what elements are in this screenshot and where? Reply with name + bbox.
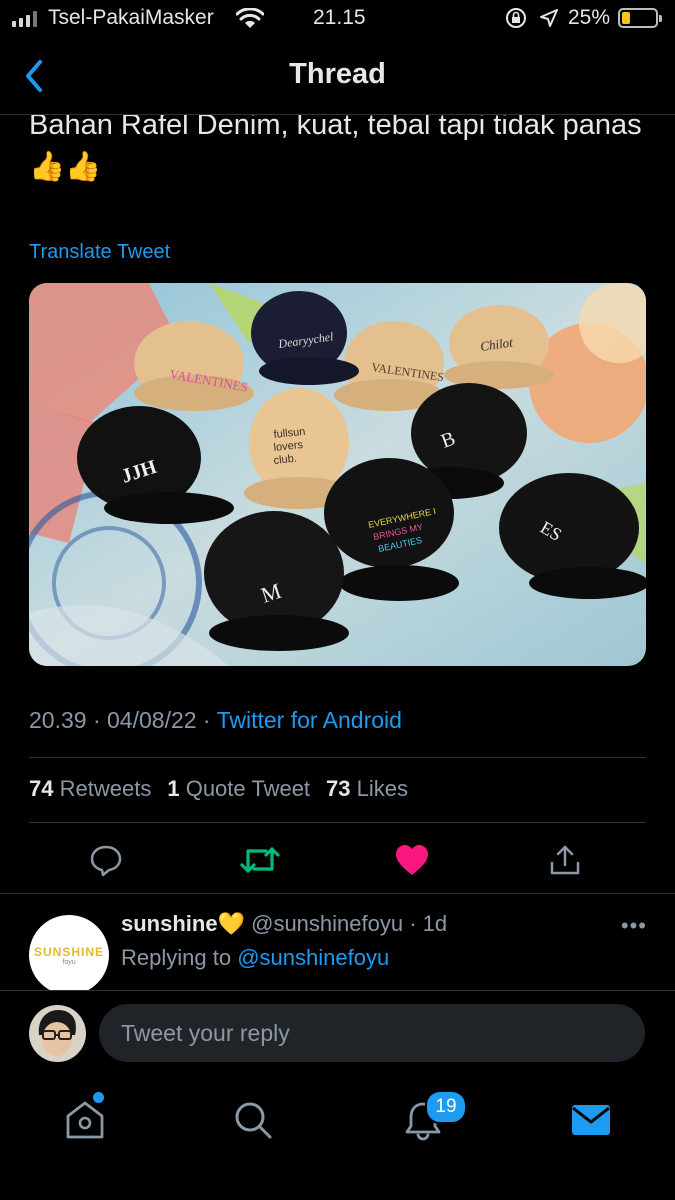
reply-icon [90, 845, 122, 877]
retweet-button[interactable] [238, 838, 282, 882]
retweet-icon [240, 847, 280, 873]
user-avatar-image [29, 1005, 86, 1062]
translate-tweet-link[interactable]: Translate Tweet [29, 241, 170, 264]
nav-bar: Thread [0, 38, 675, 115]
replying-to-handle[interactable]: @sunshinefoyu [237, 945, 389, 970]
reply-header: sunshine💛 @sunshinefoyu · 1d [121, 911, 448, 936]
reply-tweet[interactable]: SUNSHINE foyu sunshine💛 @sunshinefoyu · … [0, 895, 675, 990]
battery-icon [618, 8, 662, 28]
location-icon [540, 9, 558, 27]
share-icon [550, 845, 580, 875]
caps-photo: VALENTINES Dearyychel VALENTINES Chilot … [29, 283, 646, 666]
tab-bar: 19 [0, 1075, 675, 1200]
reply-age: 1d [422, 911, 448, 936]
retweets-stat[interactable]: 74 Retweets [29, 776, 151, 802]
heart-emoji: 💛 [217, 911, 245, 936]
avatar[interactable]: SUNSHINE foyu [29, 915, 109, 990]
replying-to: Replying to @sunshinefoyu [121, 945, 390, 970]
tab-search[interactable] [228, 1095, 278, 1145]
wifi-icon [236, 8, 264, 28]
clock: 21.15 [313, 6, 366, 29]
quotes-stat[interactable]: 1 Quote Tweet [167, 776, 310, 802]
reply-button[interactable] [84, 838, 128, 882]
likes-stat[interactable]: 73 Likes [326, 776, 408, 802]
tweet-text: Bahan Rafel Denim, kuat, tebal tapi tida… [29, 109, 642, 183]
tweet-source-link[interactable]: Twitter for Android [217, 707, 402, 733]
tweet-stats: 74 Retweets 1 Quote Tweet 73 Likes [29, 776, 408, 802]
new-content-dot [93, 1092, 104, 1103]
mail-icon [572, 1105, 610, 1135]
more-options-icon[interactable]: ••• [621, 913, 647, 939]
reply-input[interactable] [99, 1004, 645, 1062]
tweet-timestamp: 20.39 · 04/08/22 · Twitter for Android [29, 707, 402, 733]
page-title: Thread [289, 58, 386, 90]
avatar[interactable] [29, 1005, 86, 1062]
tab-messages[interactable] [566, 1095, 616, 1145]
like-button[interactable] [390, 838, 434, 882]
battery-percentage: 25% [568, 6, 611, 29]
divider [29, 822, 646, 823]
carrier-name: Tsel-PakaiMasker [48, 6, 214, 29]
heart-icon [396, 845, 428, 875]
tweet-photo[interactable]: VALENTINES Dearyychel VALENTINES Chilot … [29, 283, 646, 666]
signal-icon [12, 11, 37, 27]
tweet-date: 04/08/22 [107, 707, 197, 733]
tweet-actions [0, 830, 675, 890]
status-bar: Tsel-PakaiMasker 21.15 25% [0, 0, 675, 38]
divider [0, 893, 675, 894]
tweet-time: 20.39 [29, 707, 87, 733]
search-icon [235, 1102, 272, 1139]
rotation-lock-icon [506, 8, 526, 28]
notifications-badge: 19 [425, 1090, 467, 1124]
share-button[interactable] [543, 838, 587, 882]
author-handle: @sunshinefoyu [251, 911, 404, 936]
home-icon [66, 1101, 104, 1139]
tab-home[interactable] [60, 1095, 110, 1145]
reply-composer [0, 990, 675, 1076]
author-name[interactable]: sunshine [121, 911, 218, 936]
svg-text:club.: club. [273, 453, 297, 467]
divider [29, 757, 646, 758]
